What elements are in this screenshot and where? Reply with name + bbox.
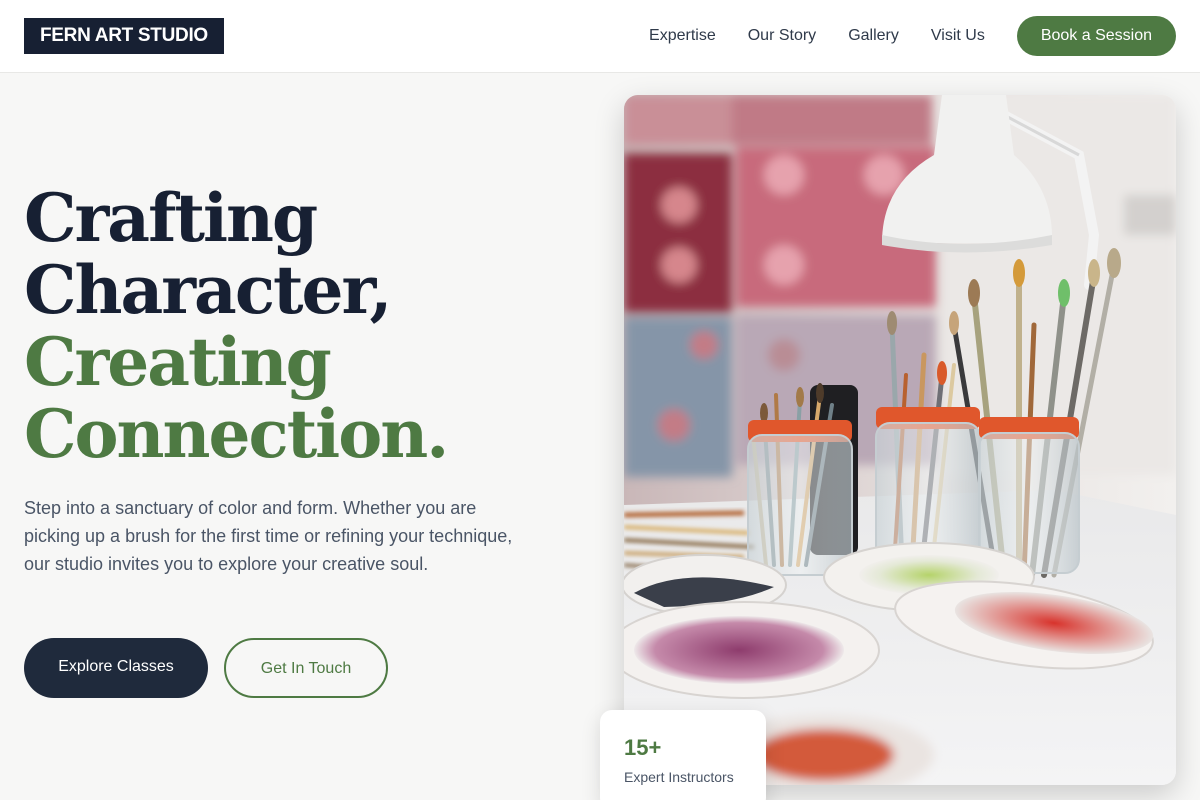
headline-line-4: Connection. xyxy=(24,395,449,473)
stat-label: Expert Instructors xyxy=(624,769,734,785)
nav-link-expertise[interactable]: Expertise xyxy=(649,27,716,45)
headline-line-1: Crafting xyxy=(24,179,318,257)
nav-link-our-story[interactable]: Our Story xyxy=(748,27,816,45)
brand-logo[interactable]: FERN ART STUDIO xyxy=(24,18,224,54)
explore-classes-button[interactable]: Explore Classes xyxy=(24,638,208,698)
nav-link-gallery[interactable]: Gallery xyxy=(848,27,899,45)
main-nav: Expertise Our Story Gallery Visit Us Boo… xyxy=(649,16,1176,56)
book-session-button[interactable]: Book a Session xyxy=(1016,16,1176,56)
hero-image xyxy=(624,95,1176,785)
headline-line-3: Creating xyxy=(24,323,332,401)
hero-headline: Crafting Character, Creating Connection. xyxy=(24,179,449,473)
hero-intro-text: Step into a sanctuary of color and form.… xyxy=(24,498,513,574)
site-header: FERN ART STUDIO Expertise Our Story Gall… xyxy=(0,0,1200,73)
stat-card: 15+ Expert Instructors xyxy=(600,710,766,800)
get-in-touch-button[interactable]: Get In Touch xyxy=(224,638,388,698)
stat-value: 15+ xyxy=(624,735,662,760)
headline-line-2: Character, xyxy=(24,251,392,329)
nav-link-visit-us[interactable]: Visit Us xyxy=(931,27,985,45)
